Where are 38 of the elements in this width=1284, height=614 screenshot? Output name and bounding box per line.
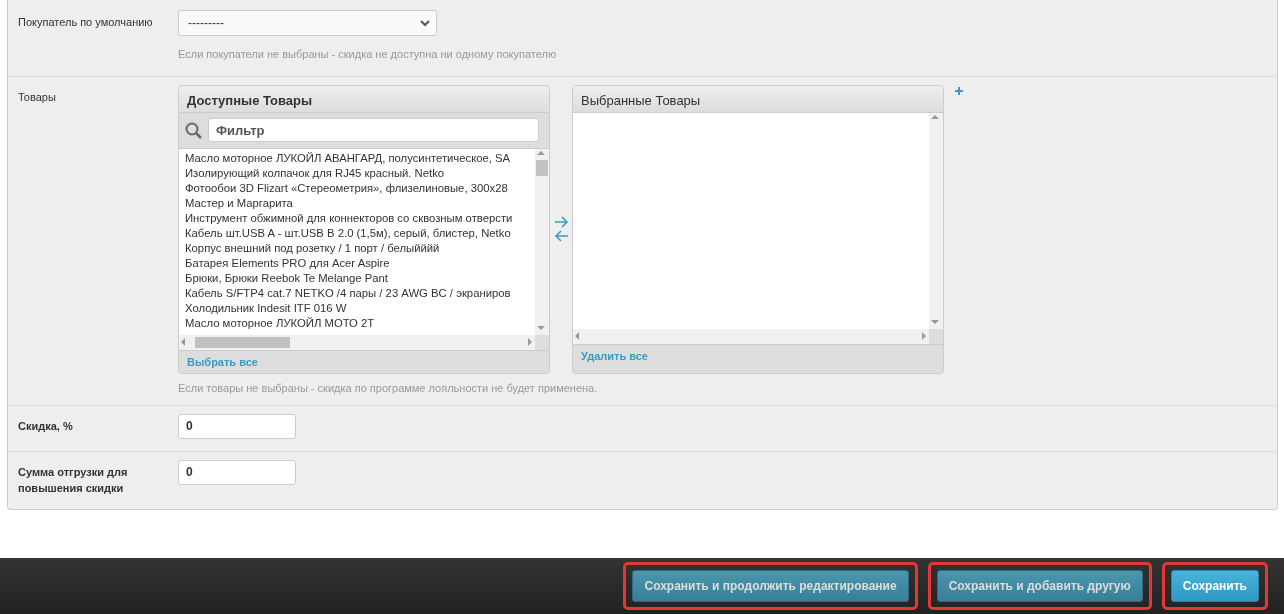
list-option[interactable]: Батарея Elements PRO для Acer Aspire [185, 255, 390, 271]
help-text: Если покупатели не выбраны - скидка не доступна ни одному покупателю [178, 47, 557, 62]
list-option[interactable]: Масло моторное ЛУКОЙЛ АВАНГАРД, полусинтетическое, SA [185, 150, 511, 166]
text-field[interactable]: 0 [178, 413, 296, 439]
panel-title: Доступные Товары [179, 85, 549, 113]
scroll-down-icon [929, 317, 941, 326]
filter-field[interactable]: Фильтр [208, 118, 539, 142]
text-field[interactable]: 0 [178, 459, 296, 485]
field-label: Сумма отгрузки для повышения скидки [18, 464, 129, 496]
vertical-scrollbar[interactable] [929, 112, 943, 329]
scroll-right-icon [919, 330, 929, 342]
list-option[interactable]: Изолирующий колпачок для RJ45 красный. Netko [185, 165, 445, 181]
select-value: --------- [188, 15, 224, 32]
list-option[interactable]: Корпус внешний под розетку / 1 порт / белыйййй [185, 240, 440, 256]
select-field[interactable]: --------- [178, 10, 437, 36]
arrow-left-icon[interactable] [553, 229, 569, 244]
scroll-right-icon [525, 336, 535, 348]
list-option[interactable]: Мастер и Маргарита [185, 195, 293, 211]
list-option[interactable]: Холодильник Indesit ITF 016 W [185, 300, 347, 316]
search-icon [185, 121, 202, 139]
arrow-right-icon[interactable] [553, 215, 569, 230]
list-option[interactable]: Инструмент обжимной для коннекторов со сквозным отверсти [185, 210, 513, 226]
plus-icon[interactable] [955, 86, 963, 95]
field-label: Товары [18, 89, 57, 105]
field-label: Скидка, % [18, 418, 74, 434]
scroll-down-icon [535, 323, 547, 332]
list-option[interactable]: Брюки, Брюки Reebok Te Melange Pant [185, 270, 388, 286]
chevron-down-icon [420, 19, 430, 27]
vertical-scrollbar[interactable] [535, 148, 549, 335]
field-label: Покупатель по умолчанию [18, 15, 154, 30]
scroll-thumb[interactable] [536, 159, 548, 176]
scroll-thumb[interactable] [195, 336, 290, 348]
list-option[interactable]: Кабель шт.USB A - шт.USB B 2.0 (1,5м), серый, блистер, Netko [185, 225, 511, 241]
help-text: Если товары не выбраны - скидка по программе лояльности не будет применена. [178, 381, 599, 396]
list-option[interactable]: Фотообои 3D Flizart «Стереометрия», флизелиновые, 300x28 [185, 180, 508, 196]
list-option[interactable]: Кабель S/FTP4 cat.7 NETKO /4 пары / 23 AWG BC / экраниров [185, 285, 511, 301]
panel-title: Выбранные Товары [573, 85, 943, 113]
list-option[interactable]: Масло моторное ЛУКОЙЛ МОТО 2Т [185, 315, 375, 331]
